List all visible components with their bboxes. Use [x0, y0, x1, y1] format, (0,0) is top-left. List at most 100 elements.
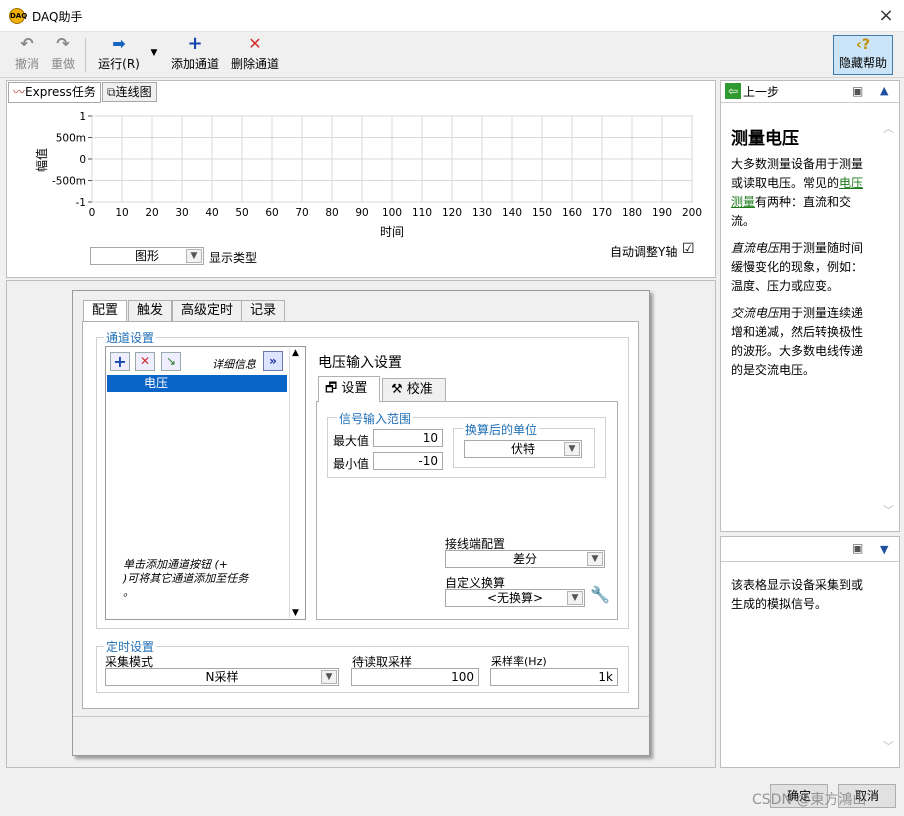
run-label: 运行(R)	[98, 57, 140, 71]
autoscale-y-checkbox[interactable]: ☑	[682, 241, 695, 257]
connection-icon: ⧉	[107, 85, 116, 99]
redo-button[interactable]: ↷ 重做	[48, 36, 78, 72]
help-window-icon[interactable]: ▣	[852, 541, 863, 555]
tab-connection-label: 连线图	[115, 85, 152, 99]
acquisition-mode-value: N采样	[205, 670, 239, 684]
help-description-pane	[720, 536, 900, 768]
expand-details-button[interactable]: »	[263, 351, 283, 371]
scroll-down-icon[interactable]: ▼	[292, 608, 299, 618]
chevron-down-icon: ▼	[587, 552, 603, 566]
tab-trigger[interactable]: 触发	[128, 300, 173, 322]
acquisition-mode-select[interactable]: N采样 ▼	[105, 668, 339, 686]
chevron-down-icon: ▼	[567, 591, 583, 605]
help-scroll-up-icon[interactable]: ︿	[883, 120, 894, 136]
tab-advanced-timing[interactable]: 高级定时	[172, 300, 243, 322]
channel-move-icon[interactable]: ↘	[161, 352, 181, 371]
chevron-up-icon[interactable]: ▲	[880, 84, 888, 97]
back-arrow-icon[interactable]: ⇦	[725, 83, 741, 99]
chevron-down-icon[interactable]: ▼	[880, 543, 888, 556]
channel-hint-text: 单击添加通道按钮 (+ )可将其它通道添加至任务 。	[123, 558, 249, 599]
help-scroll-down-icon[interactable]: ﹀	[883, 502, 894, 518]
y-tick-label: 500m	[56, 133, 86, 145]
undo-button[interactable]: ↶ 撤消	[12, 36, 42, 72]
terminal-config-select[interactable]: 差分 ▼	[445, 550, 605, 568]
wrench-icon[interactable]: 🔧	[590, 585, 610, 604]
add-channel-button[interactable]: + 添加通道	[168, 35, 222, 72]
x-tick-label: 110	[412, 207, 432, 219]
help-description-header	[721, 537, 899, 562]
tab-logging[interactable]: 记录	[241, 300, 286, 322]
help-window-icon[interactable]: ▣	[852, 84, 863, 98]
x-tick-label: 20	[145, 207, 158, 219]
x-tick-label: 40	[205, 207, 218, 219]
x-tick-label: 90	[355, 207, 368, 219]
remove-channel-small-button[interactable]: ✕	[135, 352, 155, 371]
help-heading: 测量电压	[731, 129, 799, 149]
daq-app-icon: DAQ	[9, 8, 27, 24]
display-type-value: 图形	[134, 249, 159, 263]
tab-express-label: Express任务	[25, 85, 96, 99]
dc-voltage-term: 直流电压	[731, 241, 780, 255]
help-question-icon: ‹?	[856, 37, 870, 53]
redo-label: 重做	[50, 57, 75, 71]
custom-scale-value: <无换算>	[486, 591, 544, 605]
tab-connection-diagram[interactable]: ⧉连线图	[102, 82, 157, 102]
x-tick-label: 60	[265, 207, 278, 219]
voltage-settings-title: 电压输入设置	[318, 355, 402, 371]
tab-settings-label: 设置	[341, 381, 368, 396]
run-arrow-icon: ➡	[112, 34, 126, 53]
add-channel-small-button[interactable]: +	[110, 352, 130, 371]
x-tick-label: 160	[562, 207, 582, 219]
help-paragraph-1: 大多数测量设备用于测量或读取电压。常见的电压测量有两种：直流和交流。	[731, 155, 871, 231]
scroll-up-icon[interactable]: ▲	[292, 348, 299, 358]
watermark-text: CSDN @東方鴻山	[752, 792, 867, 808]
help-desc-scroll-down-icon[interactable]: ﹀	[883, 738, 894, 754]
autoscale-y-label: 自动调整Y轴	[610, 245, 678, 259]
x-tick-label: 80	[325, 207, 338, 219]
channel-list-scrollbar[interactable]: ▲ ▼	[289, 348, 303, 618]
run-button[interactable]: ➡ 运行(R)	[96, 36, 142, 72]
x-tick-label: 130	[472, 207, 492, 219]
wrench-hammer-icon: ⚒	[391, 382, 403, 397]
samples-to-read-input[interactable]: 100	[351, 668, 479, 686]
y-axis-label: 幅值	[34, 148, 49, 172]
sample-rate-label: 采样率(Hz)	[491, 655, 547, 668]
details-label: 详细信息	[212, 358, 256, 371]
help-paragraph-3: 交流电压用于测量连续递增和递减，然后转换极性的波形。大多数电线传递的是交流电压。	[731, 304, 871, 380]
custom-scale-select[interactable]: <无换算> ▼	[445, 589, 585, 607]
signal-range-title: 信号输入范围	[337, 410, 414, 427]
max-value-input[interactable]: 10	[373, 429, 443, 447]
y-tick-label: -1	[76, 197, 86, 209]
units-value: 伏特	[510, 442, 535, 456]
hide-help-button[interactable]: ‹? 隐藏帮助	[833, 35, 893, 75]
delete-x-icon: ✕	[248, 34, 262, 53]
sample-rate-input[interactable]: 1k	[490, 668, 618, 686]
tab-calibration[interactable]: ⚒ 校准	[382, 378, 446, 401]
x-tick-label: 50	[235, 207, 248, 219]
chevron-down-icon: ▼	[321, 670, 337, 684]
x-tick-label: 170	[592, 207, 612, 219]
chevron-down-icon: ▼	[186, 249, 202, 263]
undo-label: 撤消	[14, 57, 39, 71]
units-select[interactable]: 伏特 ▼	[464, 440, 582, 458]
redo-icon: ↷	[56, 34, 70, 53]
tab-express-task[interactable]: 〰Express任务	[8, 82, 101, 103]
tab-settings[interactable]: 🗗 设置	[318, 376, 380, 402]
tab-config[interactable]: 配置	[83, 300, 128, 323]
display-type-label: 显示类型	[209, 251, 258, 265]
settings-icon: 🗗	[325, 381, 338, 396]
remove-channel-button[interactable]: ✕ 删除通道	[228, 36, 282, 72]
x-tick-label: 180	[622, 207, 642, 219]
channel-list-item[interactable]: 电压	[107, 375, 287, 392]
back-label[interactable]: 上一步	[743, 83, 779, 100]
display-type-select[interactable]: 图形 ▼	[90, 247, 204, 265]
y-tick-label: 0	[79, 154, 86, 166]
tab-calibration-label: 校准	[406, 382, 433, 397]
min-value-input[interactable]: -10	[373, 452, 443, 470]
toolbar-separator	[85, 38, 86, 72]
run-dropdown-icon[interactable]: ▼	[148, 48, 160, 58]
channel-settings-title: 通道设置	[104, 329, 157, 346]
x-tick-label: 190	[652, 207, 672, 219]
add-channel-label: 添加通道	[170, 57, 219, 71]
close-window-button[interactable]: ×	[872, 4, 900, 28]
